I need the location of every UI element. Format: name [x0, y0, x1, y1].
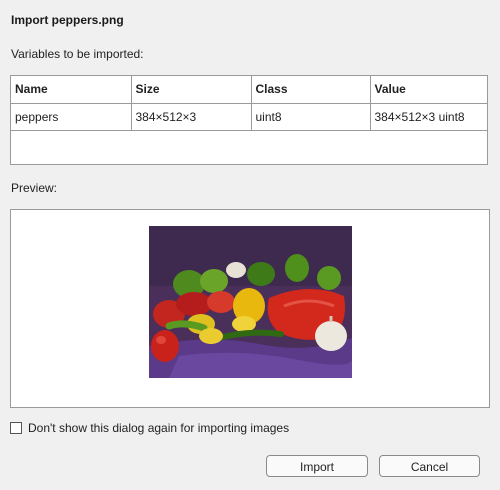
variables-label: Variables to be imported:	[11, 47, 144, 61]
peppers-preview-image	[149, 226, 352, 378]
cancel-button[interactable]: Cancel	[379, 455, 480, 477]
table-row[interactable]: peppers 384×512×3 uint8 384×512×3 uint8	[11, 103, 487, 131]
table-header-row: Name Size Class Value	[11, 76, 487, 104]
preview-label: Preview:	[11, 181, 58, 195]
column-header-class[interactable]: Class	[251, 76, 371, 104]
dialog-title: Import peppers.png	[11, 13, 124, 27]
preview-box	[10, 209, 490, 408]
column-header-name[interactable]: Name	[11, 76, 132, 104]
column-header-size[interactable]: Size	[131, 76, 252, 104]
dont-show-again-row[interactable]: Don't show this dialog again for importi…	[10, 421, 289, 435]
import-button[interactable]: Import	[266, 455, 368, 477]
cell-value[interactable]: 384×512×3 uint8	[370, 103, 487, 131]
cell-size[interactable]: 384×512×3	[131, 103, 252, 131]
column-header-value[interactable]: Value	[370, 76, 487, 104]
dont-show-again-label[interactable]: Don't show this dialog again for importi…	[28, 421, 289, 435]
cell-class[interactable]: uint8	[251, 103, 371, 131]
variables-table: Name Size Class Value peppers 384×512×3 …	[10, 75, 488, 165]
cell-name[interactable]: peppers	[11, 103, 132, 131]
dont-show-again-checkbox[interactable]	[10, 422, 22, 434]
